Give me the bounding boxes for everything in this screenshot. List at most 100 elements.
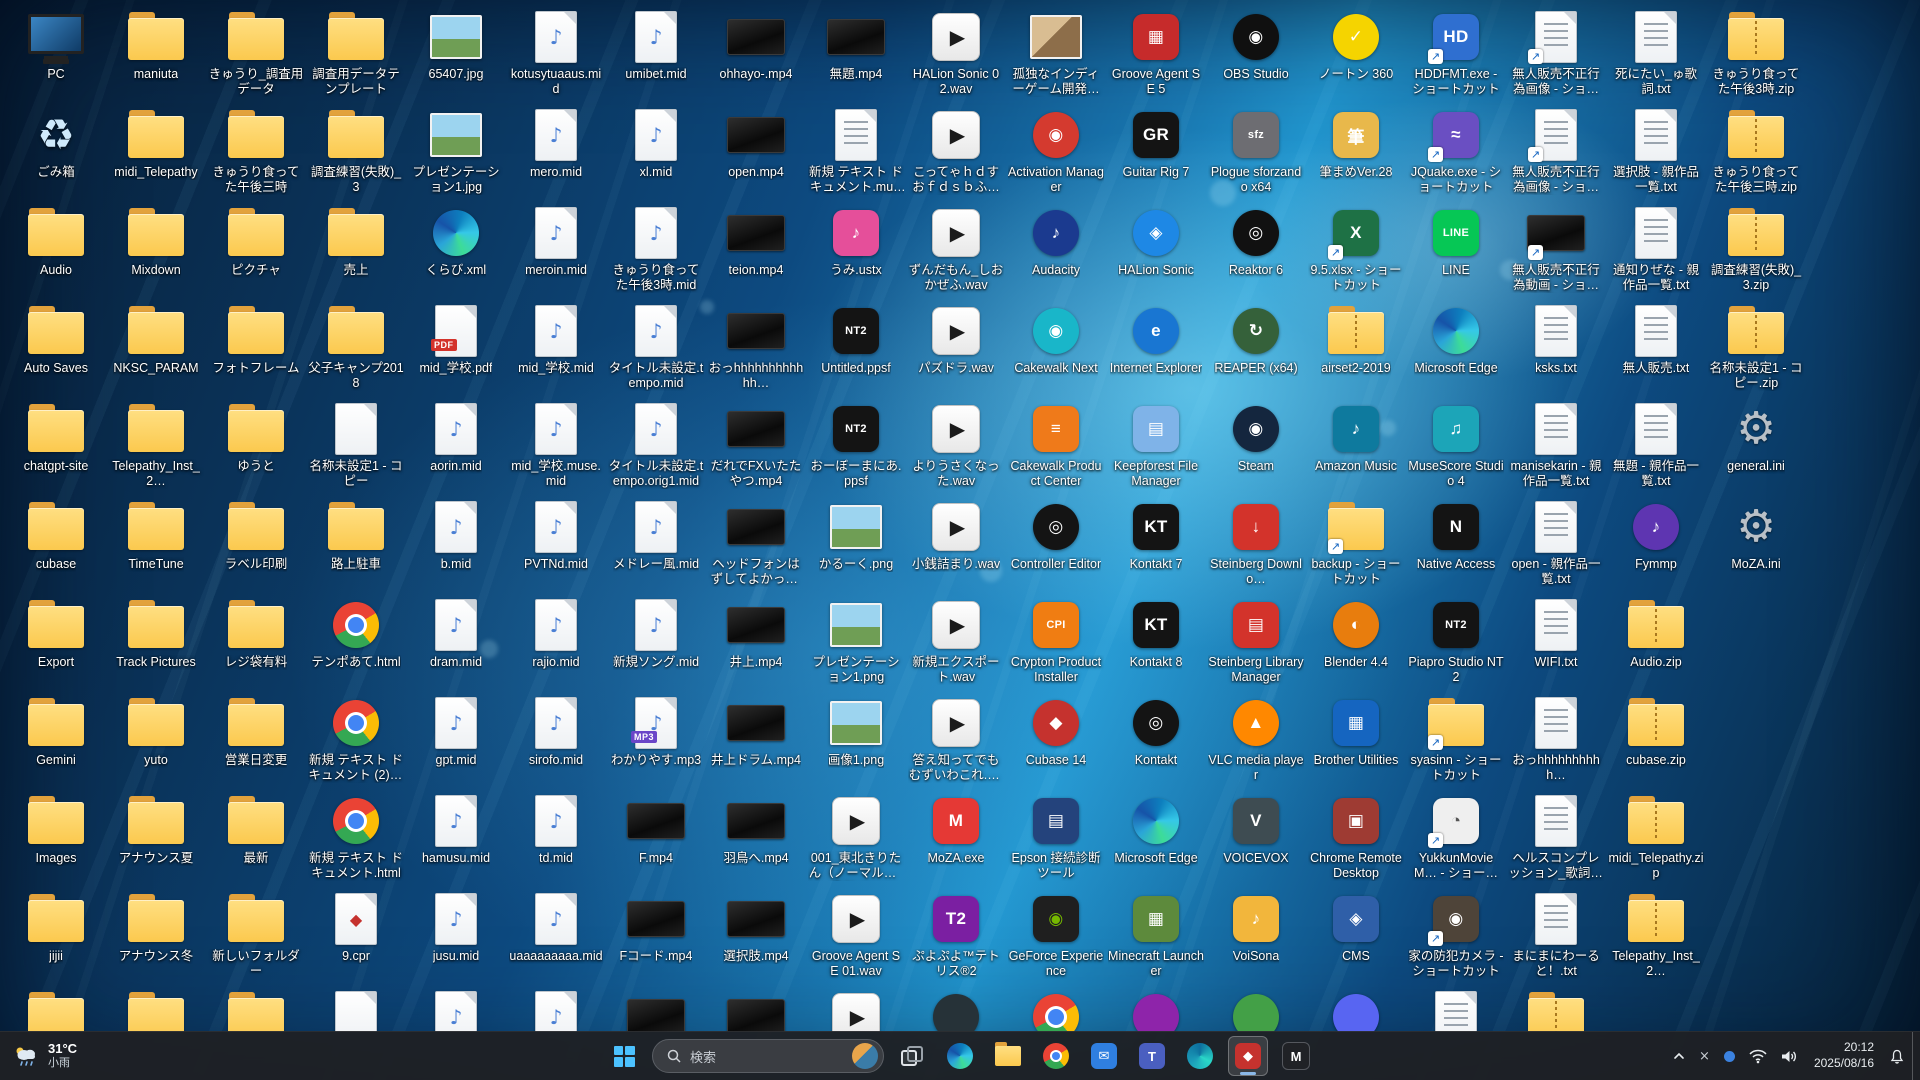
desktop-icon[interactable]: ♪kotusytuaaus.mid <box>506 4 606 102</box>
taskbar-app-task-view[interactable] <box>892 1036 932 1076</box>
desktop-icon[interactable]: chatgpt-site <box>6 396 106 494</box>
desktop-icon[interactable]: 選択肢 - 親作品一覧.txt <box>1606 102 1706 200</box>
desktop-icon[interactable]: 画像1.png <box>806 690 906 788</box>
desktop-icon[interactable]: ◎Reaktor 6 <box>1206 200 1306 298</box>
desktop-icon[interactable]: ♪rajio.mid <box>506 592 606 690</box>
desktop-icon[interactable]: ♪PVTNd.mid <box>506 494 606 592</box>
desktop-icon[interactable]: ♪aorin.mid <box>406 396 506 494</box>
desktop-icon[interactable]: KTKontakt 7 <box>1106 494 1206 592</box>
desktop-icon[interactable]: HD↗HDDFMT.exe - ショートカット <box>1406 4 1506 102</box>
desktop-icon[interactable]: manisekarin - 親作品一覧.txt <box>1506 396 1606 494</box>
desktop-icon[interactable]: 調査用データテンプレート <box>306 4 406 102</box>
desktop-icon[interactable]: X↗9.5.xlsx - ショートカット <box>1306 200 1406 298</box>
desktop-icon[interactable]: 65407.jpg <box>406 4 506 102</box>
desktop-icon[interactable]: ♪ <box>406 984 506 1032</box>
desktop-icon[interactable]: きゅうり食ってた午後三時.zip <box>1706 102 1806 200</box>
desktop-icon[interactable]: 売上 <box>306 200 406 298</box>
desktop-icon[interactable]: くらび.xml <box>406 200 506 298</box>
desktop-icon[interactable]: ♪Amazon Music <box>1306 396 1406 494</box>
tray-overflow-button[interactable] <box>1667 1038 1691 1074</box>
desktop-icon[interactable]: 井上ドラム.mp4 <box>706 690 806 788</box>
desktop-icon[interactable]: 最新 <box>206 788 306 886</box>
desktop-icon[interactable]: KTKontakt 8 <box>1106 592 1206 690</box>
desktop-icon[interactable]: ♪uaaaaaaaaa.mid <box>506 886 606 984</box>
desktop-icon[interactable]: ▶小銭詰まり.wav <box>906 494 1006 592</box>
desktop-icon[interactable]: open - 親作品一覧.txt <box>1506 494 1606 592</box>
tray-app-x-icon[interactable]: × <box>1693 1038 1716 1074</box>
desktop-icon[interactable]: かるーく.png <box>806 494 906 592</box>
desktop-icon[interactable]: 新規 テキスト ドキュメント.html <box>306 788 406 886</box>
desktop-icon[interactable]: ピクチャ <box>206 200 306 298</box>
desktop-icon[interactable]: ♪VoiSona <box>1206 886 1306 984</box>
desktop-icon[interactable]: ♪mid_学校.mid <box>506 298 606 396</box>
desktop-icon[interactable]: airset2-2019 <box>1306 298 1406 396</box>
desktop-icon[interactable] <box>106 984 206 1032</box>
desktop-icon[interactable]: ♪Audacity <box>1006 200 1106 298</box>
desktop-icon[interactable]: ◈CMS <box>1306 886 1406 984</box>
desktop-icon[interactable]: Telepathy_Inst_2… <box>106 396 206 494</box>
taskbar-app-mail[interactable]: ✉ <box>1084 1036 1124 1076</box>
desktop-icon[interactable]: 孤独なインディーゲーム開発者の一生… <box>1006 4 1106 102</box>
desktop-icon[interactable] <box>1406 984 1506 1032</box>
desktop-icon[interactable]: おっhhhhhhhhhh… <box>1506 690 1606 788</box>
desktop-icon[interactable]: ksks.txt <box>1506 298 1606 396</box>
desktop-icon[interactable]: ラベル印刷 <box>206 494 306 592</box>
taskbar-app-chrome[interactable] <box>1036 1036 1076 1076</box>
desktop-icon[interactable]: jijii <box>6 886 106 984</box>
desktop-icon[interactable]: LINELINE <box>1406 200 1506 298</box>
desktop-icon[interactable]: ▦Minecraft Launcher <box>1106 886 1206 984</box>
desktop-icon[interactable]: ヘッドフォンはずしてよかった.mp4 <box>706 494 806 592</box>
desktop-icon[interactable] <box>1106 984 1206 1032</box>
desktop-icon[interactable]: yuto <box>106 690 206 788</box>
desktop-icon[interactable]: テンポあて.html <box>306 592 406 690</box>
desktop-icon[interactable]: VVOICEVOX <box>1206 788 1306 886</box>
desktop-icon[interactable]: ↻REAPER (x64) <box>1206 298 1306 396</box>
desktop-icon[interactable]: 路上駐車 <box>306 494 406 592</box>
desktop-icon[interactable]: ▣Chrome Remote Desktop <box>1306 788 1406 886</box>
desktop-icon[interactable] <box>1206 984 1306 1032</box>
desktop-icon[interactable]: ♪メドレー風.mid <box>606 494 706 592</box>
desktop-icon[interactable]: GRGuitar Rig 7 <box>1106 102 1206 200</box>
desktop-icon[interactable]: ◉Steam <box>1206 396 1306 494</box>
desktop-icon[interactable]: ♪タイトル未設定.tempo.mid <box>606 298 706 396</box>
search-highlight-image[interactable] <box>852 1043 878 1069</box>
desktop-icon[interactable]: Fコード.mp4 <box>606 886 706 984</box>
desktop-icon[interactable]: midi_Telepathy <box>106 102 206 200</box>
desktop-icon[interactable]: 名称未設定1 - コピー.zip <box>1706 298 1806 396</box>
desktop-icon[interactable]: ヘルスコンプレッション_歌詞.txt <box>1506 788 1606 886</box>
desktop-icon[interactable]: teion.mp4 <box>706 200 806 298</box>
desktop-icon[interactable]: Images <box>6 788 106 886</box>
desktop-icon[interactable]: ↗無人販売不正行為画像 - ショートカット <box>1506 102 1606 200</box>
desktop-icon[interactable]: ♪hamusu.mid <box>406 788 506 886</box>
desktop-icon[interactable]: NNative Access <box>1406 494 1506 592</box>
desktop-icon[interactable]: 無人販売.txt <box>1606 298 1706 396</box>
volume-icon[interactable] <box>1775 1038 1804 1074</box>
desktop-icon[interactable]: ♪MP3わかりやす.mp3 <box>606 690 706 788</box>
desktop-icon[interactable]: ◔↗YukkunMovieM… - ショートカット <box>1406 788 1506 886</box>
desktop-icon[interactable]: NT2Untitled.ppsf <box>806 298 906 396</box>
taskbar-app-edge-beta[interactable] <box>1180 1036 1220 1076</box>
taskbar-app-m-app[interactable]: M <box>1276 1036 1316 1076</box>
desktop-icon[interactable]: ♪td.mid <box>506 788 606 886</box>
desktop-icon[interactable]: ▶ずんだもん_しおかぜふ.wav <box>906 200 1006 298</box>
desktop-icon[interactable]: ♪gpt.mid <box>406 690 506 788</box>
desktop-icon[interactable]: NT2おーぼーまにあ.ppsf <box>806 396 906 494</box>
desktop-icon[interactable]: ♪新規ソング.mid <box>606 592 706 690</box>
desktop-icon[interactable]: プレゼンテーション1.jpg <box>406 102 506 200</box>
desktop-icon[interactable]: 筆筆まめVer.28 <box>1306 102 1406 200</box>
desktop-icon[interactable]: ◈HALion Sonic <box>1106 200 1206 298</box>
desktop-icon[interactable] <box>906 984 1006 1032</box>
desktop-icon[interactable]: ↗無人販売不正行為画像 - ショートカッ… <box>1506 4 1606 102</box>
desktop-icon[interactable]: ↓Steinberg Downlo… <box>1206 494 1306 592</box>
desktop-icon[interactable]: ▶答え知ってでもむずいわこれ.wav <box>906 690 1006 788</box>
start-button[interactable] <box>604 1036 644 1076</box>
desktop-icon[interactable]: ♪xl.mid <box>606 102 706 200</box>
desktop-icon[interactable]: ▶ <box>806 984 906 1032</box>
desktop-icon[interactable] <box>606 984 706 1032</box>
desktop-icon[interactable] <box>6 984 106 1032</box>
desktop-icon[interactable]: だれでFXいたたやつ.mp4 <box>706 396 806 494</box>
desktop-icon[interactable]: 井上.mp4 <box>706 592 806 690</box>
desktop-icon[interactable]: ♻ごみ箱 <box>6 102 106 200</box>
desktop-icon[interactable]: プレゼンテーション1.png <box>806 592 906 690</box>
desktop-icon[interactable]: 名称未設定1 - コピー <box>306 396 406 494</box>
